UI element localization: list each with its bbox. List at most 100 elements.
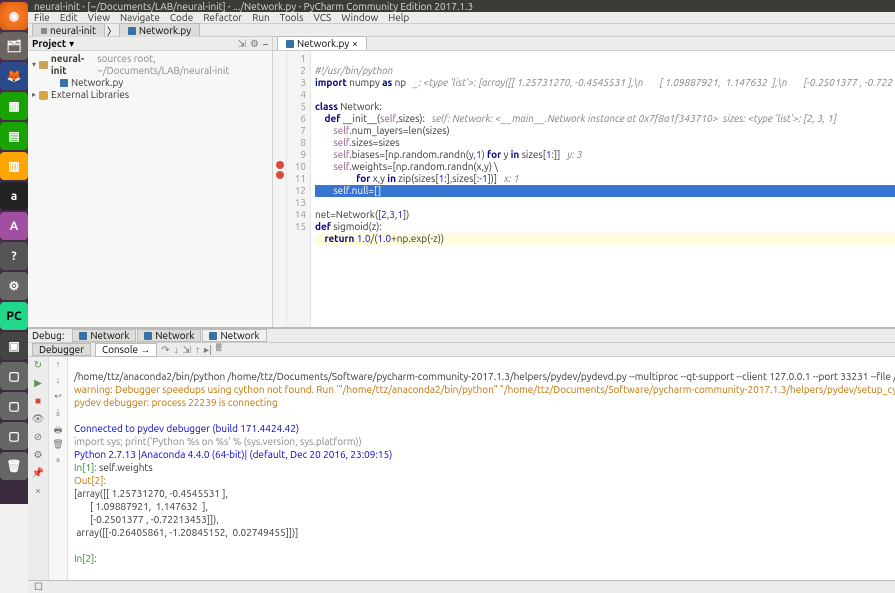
console-line: Connected to pydev debugger (build 171.4… <box>74 423 299 434</box>
resume-icon[interactable]: ▶ <box>31 377 45 391</box>
close-tab-icon[interactable]: × <box>352 38 358 49</box>
breakpoint-icon[interactable] <box>276 171 284 179</box>
impress-icon[interactable]: ▤ <box>0 122 28 150</box>
menu-view[interactable]: View <box>88 12 110 23</box>
breakpoint-icon[interactable] <box>276 161 284 169</box>
firefox-icon[interactable]: 🦊 <box>0 62 28 90</box>
files-icon[interactable]: 🗂 <box>0 32 28 60</box>
menu-window[interactable]: Window <box>341 12 378 23</box>
console-tab[interactable]: Console → <box>95 343 157 357</box>
trash-icon[interactable]: 🗑 <box>0 452 28 480</box>
expand-icon[interactable]: ▸ <box>32 89 36 101</box>
project-panel-title: Project <box>32 38 66 49</box>
debug-session-tab[interactable]: Network <box>137 329 201 342</box>
console-line: [array([[ 1.25731270, -0.4545531 ], <box>74 488 228 499</box>
editor-body[interactable]: 1 2 3 4 5 6 7 8 9 10 11 12 13 14 15 #!/u… <box>273 51 895 327</box>
line-num: 12 <box>287 185 306 197</box>
menu-refactor[interactable]: Refactor <box>203 12 242 23</box>
nav-project[interactable]: neural-init <box>32 23 105 37</box>
debugger-tab[interactable]: Debugger <box>32 343 91 356</box>
new-console-icon[interactable]: » <box>51 455 65 467</box>
view-bp-icon[interactable]: 👁 <box>31 413 45 427</box>
settings-icon[interactable]: ⚙ <box>250 38 259 50</box>
menu-help[interactable]: Help <box>388 12 409 23</box>
dash-icon[interactable]: ◉ <box>0 2 28 30</box>
console-prompt-icon: → <box>140 344 150 355</box>
line-num: 8 <box>287 137 306 149</box>
down-icon[interactable]: ↓ <box>51 375 65 387</box>
menu-file[interactable]: File <box>34 12 50 23</box>
step-over-icon[interactable]: ↷ <box>161 344 169 356</box>
app-icon-3[interactable]: ▢ <box>0 392 28 420</box>
console-prompt[interactable]: In[2]: <box>74 553 99 564</box>
line-num: 11 <box>287 173 306 185</box>
amazon-icon[interactable]: a <box>0 182 28 210</box>
run-to-cursor-icon[interactable]: ▸| <box>204 344 212 356</box>
debug-session-tab[interactable]: Network <box>202 329 266 342</box>
app-icon-2[interactable]: ▢ <box>0 362 28 390</box>
clear-icon[interactable]: 🗑 <box>51 439 65 451</box>
mute-bp-icon[interactable]: ⊘ <box>31 431 45 445</box>
folder-icon <box>39 61 48 69</box>
evaluate-icon[interactable]: 🖩 <box>216 341 222 358</box>
hide-icon[interactable]: ⎯ <box>263 38 268 50</box>
main-window: neural-init - [~/Documents/LAB/neural-in… <box>28 0 895 504</box>
menu-navigate[interactable]: Navigate <box>120 12 160 23</box>
step-into-my-icon[interactable]: ⇲ <box>183 344 191 356</box>
stop-icon[interactable]: ■ <box>31 395 45 409</box>
calc-icon[interactable]: ▦ <box>0 92 28 120</box>
line-gutter: 1 2 3 4 5 6 7 8 9 10 11 12 13 14 15 <box>287 51 311 327</box>
dropdown-icon[interactable]: ▾ <box>69 38 74 50</box>
rerun-icon[interactable]: ↻ <box>31 359 45 373</box>
tree-external-label: External Libraries <box>51 89 129 101</box>
step-into-icon[interactable]: ↓ <box>174 344 179 356</box>
project-tool-window: Project ▾ ⇲ ⚙ ⎯ ▾ neural-init sources ro… <box>28 37 273 327</box>
close-icon[interactable]: × <box>31 485 45 499</box>
console-line: warning: Debugger speedups using cython … <box>74 384 895 395</box>
software-icon[interactable]: A <box>0 212 28 240</box>
menu-run[interactable]: Run <box>252 12 270 23</box>
wrap-icon[interactable]: ↩ <box>51 391 65 403</box>
console-line: Python 2.7.13 |Anaconda 4.4.0 (64-bit)| … <box>74 449 392 460</box>
print-icon[interactable]: 🖶 <box>51 423 65 435</box>
line-num: 3 <box>287 77 306 89</box>
line-num: 13 <box>287 197 306 209</box>
help-icon[interactable]: ? <box>0 242 28 270</box>
tree-root-label: neural-init <box>51 53 94 77</box>
expand-icon[interactable]: ▾ <box>32 59 36 71</box>
tree-external-libs[interactable]: ▸ External Libraries <box>32 89 268 101</box>
menu-tools[interactable]: Tools <box>280 12 304 23</box>
line-num: 5 <box>287 101 306 113</box>
step-out-icon[interactable]: ↑ <box>195 344 200 356</box>
menu-edit[interactable]: Edit <box>60 12 78 23</box>
collapse-icon[interactable]: ⇲ <box>238 38 246 50</box>
tree-root[interactable]: ▾ neural-init sources root, ~/Documents/… <box>32 53 268 77</box>
settings-icon[interactable]: ⚙ <box>31 449 45 463</box>
up-icon[interactable]: ↑ <box>51 359 65 371</box>
app-icon-1[interactable]: ▣ <box>0 332 28 360</box>
settings-icon[interactable]: ⚙ <box>0 272 28 300</box>
console-line: [-0.2501377 , -0.72213453]]), <box>74 514 219 525</box>
debug-session-tab[interactable]: Network <box>72 329 136 342</box>
editor-tabbar: Network.py × Network ▾ ▶ 🐞 🔍 <box>273 37 895 51</box>
pycharm-icon[interactable]: PC <box>0 302 28 330</box>
debug-header: Debug: Network Network Network ⚙ ⎯ <box>28 329 895 343</box>
line-num: 1 <box>287 53 306 65</box>
breakpoint-gutter[interactable] <box>273 51 287 327</box>
console-line: import sys; print('Python %s on %s' % (s… <box>74 436 362 447</box>
editor-tab[interactable]: Network.py × <box>277 36 367 50</box>
menu-code[interactable]: Code <box>170 12 193 23</box>
debug-title: Debug: <box>32 330 64 341</box>
app-icon-4[interactable]: ▢ <box>0 422 28 450</box>
tree-file[interactable]: Network.py <box>32 77 268 89</box>
python-icon <box>144 332 152 340</box>
console-output[interactable]: /home/ttz/anaconda2/bin/python /home/ttz… <box>68 357 895 580</box>
pin-icon[interactable]: 📌 <box>31 467 45 481</box>
nav-file[interactable]: Network.py <box>119 23 200 37</box>
scroll-icon[interactable]: ⤓ <box>51 407 65 419</box>
debug-sub-tabs: Debugger Console → ↷ ↓ ⇲ ↑ ▸| 🖩 <box>28 343 895 357</box>
menu-vcs[interactable]: VCS <box>314 12 332 23</box>
code-area[interactable]: #!/usr/bin/python import numpy as np _: … <box>311 51 895 327</box>
writer-icon[interactable]: ▥ <box>0 152 28 180</box>
unity-launcher: ◉ 🗂 🦊 ▦ ▤ ▥ a A ? ⚙ PC ▣ ▢ ▢ ▢ 🗑 <box>0 0 28 504</box>
